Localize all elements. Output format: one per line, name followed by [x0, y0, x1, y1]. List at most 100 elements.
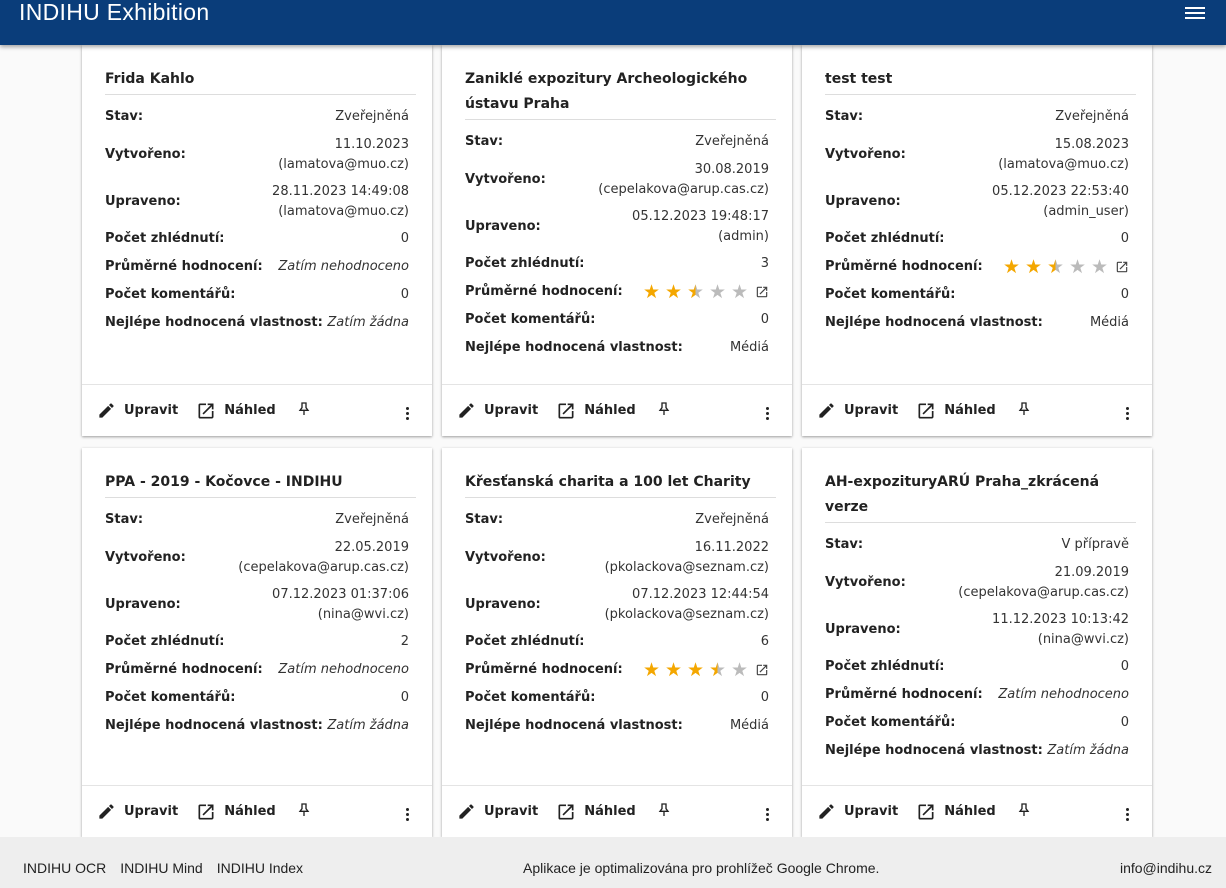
rating-stars: ★ ★ ★ ★ ★: [641, 282, 769, 302]
updated-label: Upraveno:: [105, 193, 181, 209]
status-value: V přípravě: [1061, 537, 1130, 552]
star-icon: ★: [730, 659, 749, 681]
comments-label: Počet komentářů:: [825, 287, 956, 302]
views-label: Počet zhlédnutí:: [465, 256, 585, 271]
comments-value: 0: [760, 690, 769, 705]
star-icon: ★: [642, 659, 661, 681]
best-feature-label: Nejlépe hodnocená vlastnost:: [825, 743, 1043, 758]
preview-button[interactable]: Náhled: [916, 401, 996, 421]
more-options-icon[interactable]: [766, 808, 770, 823]
comments-label: Počet komentářů:: [465, 690, 596, 705]
best-feature-row: Nejlépe hodnocená vlastnost: Zatím žádna: [825, 737, 1136, 765]
pencil-icon: [459, 403, 474, 418]
more-options-icon[interactable]: [406, 407, 410, 422]
rating-value: Zatím nehodnoceno: [278, 259, 409, 274]
comments-row: Počet komentářů: 0: [465, 684, 776, 712]
rating-row: Průměrné hodnocení: ★ ★ ★ ★ ★: [465, 278, 776, 306]
views-value: 3: [760, 256, 769, 271]
comments-row: Počet komentářů: 0: [105, 281, 416, 309]
edit-label: Upravit: [124, 403, 179, 418]
menu-icon[interactable]: [1183, 4, 1207, 26]
updated-label: Upraveno:: [105, 596, 181, 612]
updated-date: 28.11.2023 14:49:08: [272, 183, 409, 199]
best-feature-value: Zatím žádna: [327, 718, 409, 733]
exhibition-card: Frida Kahlo Stav: Zveřejněná Vytvořeno: …: [82, 45, 432, 436]
preview-button[interactable]: Náhled: [196, 401, 276, 421]
edit-button[interactable]: Upravit: [457, 802, 538, 821]
preview-label: Náhled: [584, 403, 636, 418]
views-label: Počet zhlédnutí:: [825, 231, 945, 246]
open-in-new-icon: [918, 403, 934, 418]
footer-link-index[interactable]: INDIHU Index: [217, 860, 303, 876]
footer-link-mind[interactable]: INDIHU Mind: [120, 860, 202, 876]
edit-button[interactable]: Upravit: [817, 802, 898, 821]
browser-note: Aplikace je optimalizována pro prohlížeč…: [523, 860, 880, 876]
pin-button[interactable]: [1016, 802, 1032, 822]
external-link-icon[interactable]: [1115, 260, 1129, 274]
card-actions: Upravit Náhled: [82, 785, 432, 837]
more-options-icon[interactable]: [1126, 407, 1130, 422]
updated-row: Upraveno: 07.12.2023 12:44:54 (pkolackova…: [465, 581, 776, 628]
best-feature-label: Nejlépe hodnocená vlastnost:: [465, 718, 683, 733]
pin-button[interactable]: [1016, 401, 1032, 421]
edit-button[interactable]: Upravit: [817, 401, 898, 420]
created-date: 21.09.2019: [1054, 564, 1129, 580]
rating-label: Průměrné hodnocení:: [825, 259, 983, 274]
created-by: (lamatova@muo.cz): [278, 156, 409, 172]
external-link-icon[interactable]: [755, 285, 769, 299]
edit-button[interactable]: Upravit: [97, 802, 178, 821]
status-row: Stav: V přípravě: [825, 531, 1136, 559]
created-label: Vytvořeno:: [105, 549, 186, 565]
more-options-icon[interactable]: [406, 808, 410, 823]
footer-link-ocr[interactable]: INDIHU OCR: [23, 860, 106, 876]
more-options-icon[interactable]: [1126, 808, 1130, 823]
preview-button[interactable]: Náhled: [916, 802, 996, 822]
preview-button[interactable]: Náhled: [556, 401, 636, 421]
pin-button[interactable]: [656, 401, 672, 421]
card-actions: Upravit Náhled: [802, 785, 1152, 837]
preview-button[interactable]: Náhled: [196, 802, 276, 822]
created-row: Vytvořeno: 11.10.2023 (lamatova@muo.cz): [105, 131, 416, 178]
views-value: 0: [400, 231, 409, 246]
star-icon: ★: [1002, 256, 1021, 278]
created-label: Vytvořeno:: [465, 171, 546, 187]
created-label: Vytvořeno:: [105, 146, 186, 162]
views-row: Počet zhlédnutí: 6: [465, 628, 776, 656]
star-icon: ★: [1068, 256, 1087, 278]
pin-button[interactable]: [296, 401, 312, 421]
updated-label: Upraveno:: [825, 193, 901, 209]
contact-email-link[interactable]: info@indihu.cz: [1120, 860, 1212, 876]
created-date: 11.10.2023: [334, 136, 409, 152]
comments-label: Počet komentářů:: [465, 312, 596, 327]
pencil-icon: [819, 804, 834, 819]
updated-row: Upraveno: 28.11.2023 14:49:08 (lamatova@m…: [105, 178, 416, 225]
card-actions: Upravit Náhled: [82, 384, 432, 436]
pencil-icon: [459, 804, 474, 819]
pin-icon: [658, 401, 670, 415]
card-title: Křesťanská charita a 100 let Charity: [465, 470, 776, 498]
external-link-icon[interactable]: [755, 663, 769, 677]
updated-date: 07.12.2023 01:37:06: [272, 586, 409, 602]
edit-button[interactable]: Upravit: [457, 401, 538, 420]
preview-label: Náhled: [224, 403, 276, 418]
star-icon: ★: [664, 659, 683, 681]
star-icon: ★: [1024, 256, 1043, 278]
star-icon: ★: [664, 281, 683, 303]
rating-stars: ★ ★ ★ ★ ★: [641, 660, 769, 680]
pencil-icon: [99, 403, 114, 418]
pin-button[interactable]: [656, 802, 672, 822]
status-label: Stav:: [465, 134, 504, 149]
edit-button[interactable]: Upravit: [97, 401, 178, 420]
updated-label: Upraveno:: [465, 218, 541, 234]
preview-button[interactable]: Náhled: [556, 802, 636, 822]
pin-button[interactable]: [296, 802, 312, 822]
created-by: (lamatova@muo.cz): [998, 156, 1129, 172]
status-label: Stav:: [825, 109, 864, 124]
created-by: (cepelakova@arup.cas.cz): [598, 181, 769, 197]
preview-label: Náhled: [224, 804, 276, 819]
status-value: Zveřejněná: [1055, 109, 1129, 124]
pin-icon: [658, 802, 670, 816]
pin-icon: [298, 401, 310, 415]
more-options-icon[interactable]: [766, 407, 770, 422]
updated-by: (pkolackova@seznam.cz): [604, 606, 769, 622]
